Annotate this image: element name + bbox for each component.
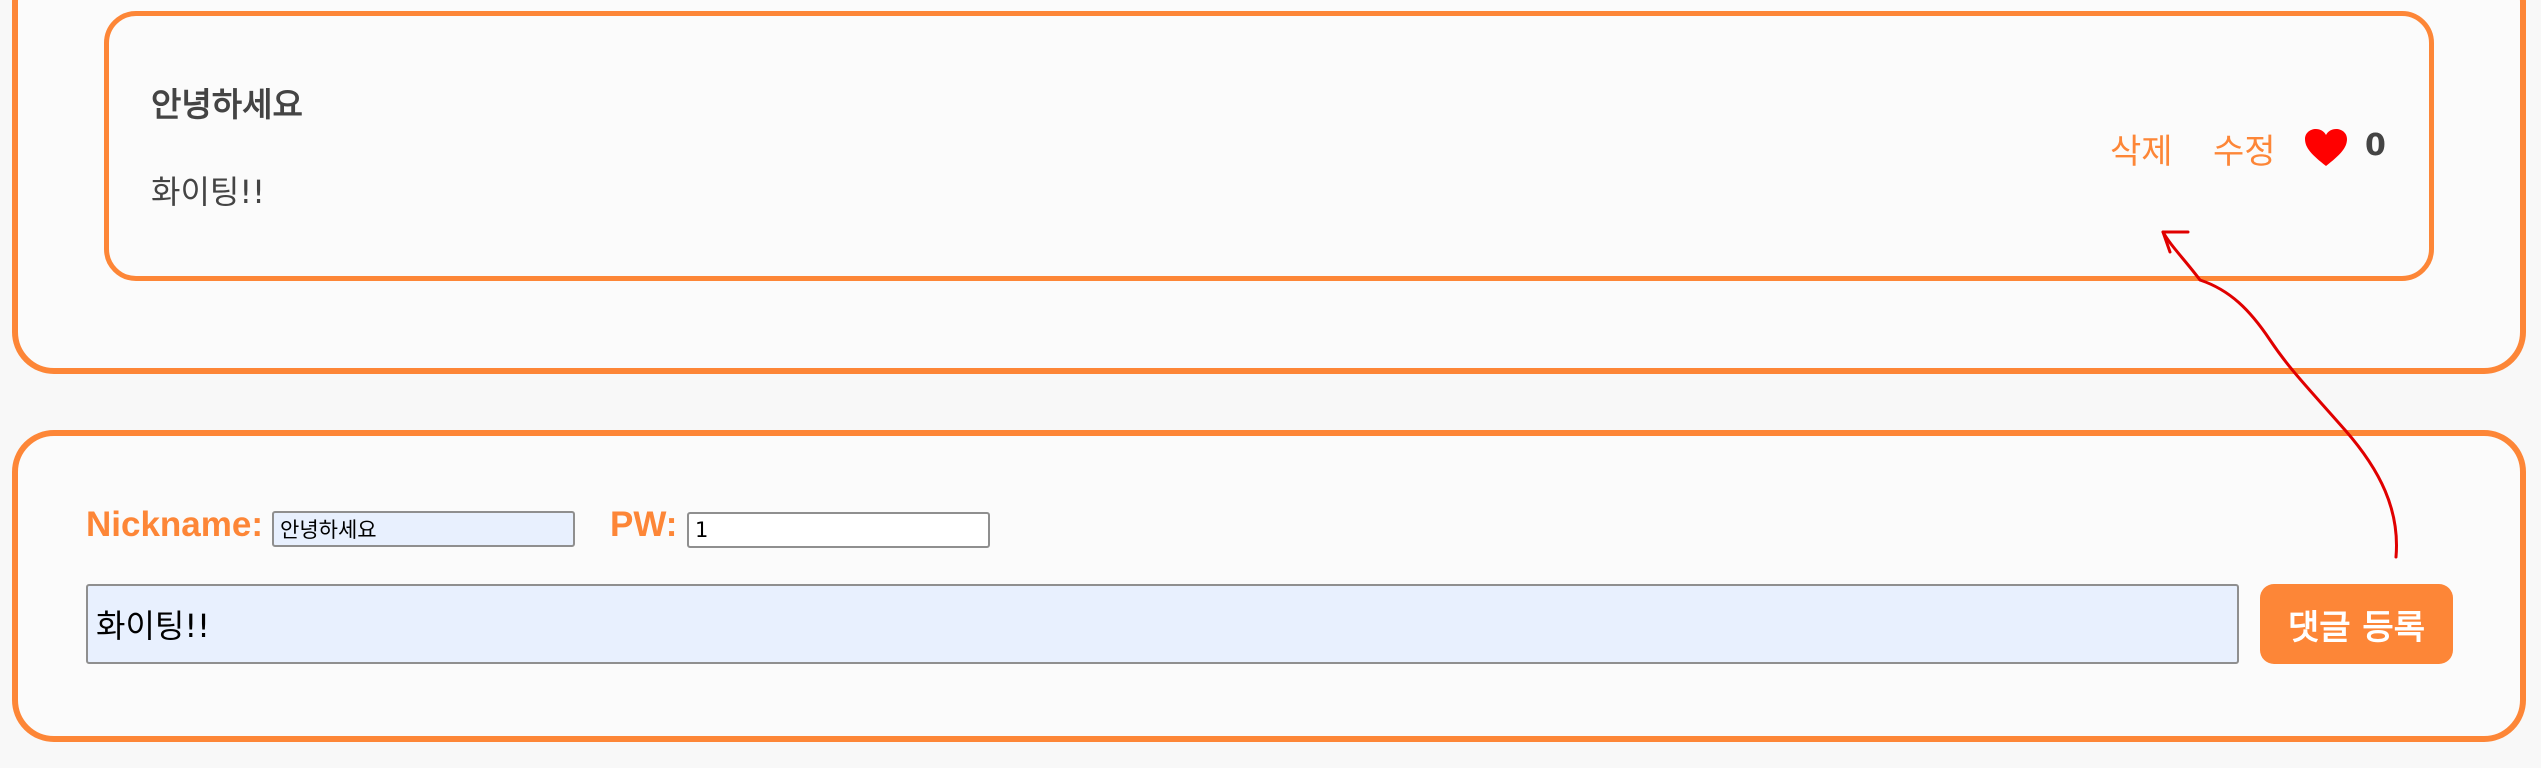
- page: 안녕하세요 화이팅!! 삭제 수정 0 Nickname: PW: 댓글 등록: [0, 0, 2541, 768]
- comment-content-input[interactable]: [86, 584, 2239, 664]
- comment-nickname: 안녕하세요: [151, 85, 303, 124]
- comment-item: [104, 11, 2434, 281]
- heart-icon[interactable]: [2304, 128, 2348, 168]
- submit-comment-button[interactable]: 댓글 등록: [2260, 584, 2453, 664]
- comment-content: 화이팅!!: [151, 173, 265, 211]
- edit-button[interactable]: 수정: [2213, 124, 2276, 173]
- pw-label: PW:: [610, 505, 678, 544]
- delete-button[interactable]: 삭제: [2110, 124, 2173, 173]
- nickname-input[interactable]: [272, 511, 575, 547]
- pw-input[interactable]: [687, 512, 990, 548]
- like-count: 0: [2365, 128, 2386, 163]
- nickname-label: Nickname:: [86, 505, 264, 544]
